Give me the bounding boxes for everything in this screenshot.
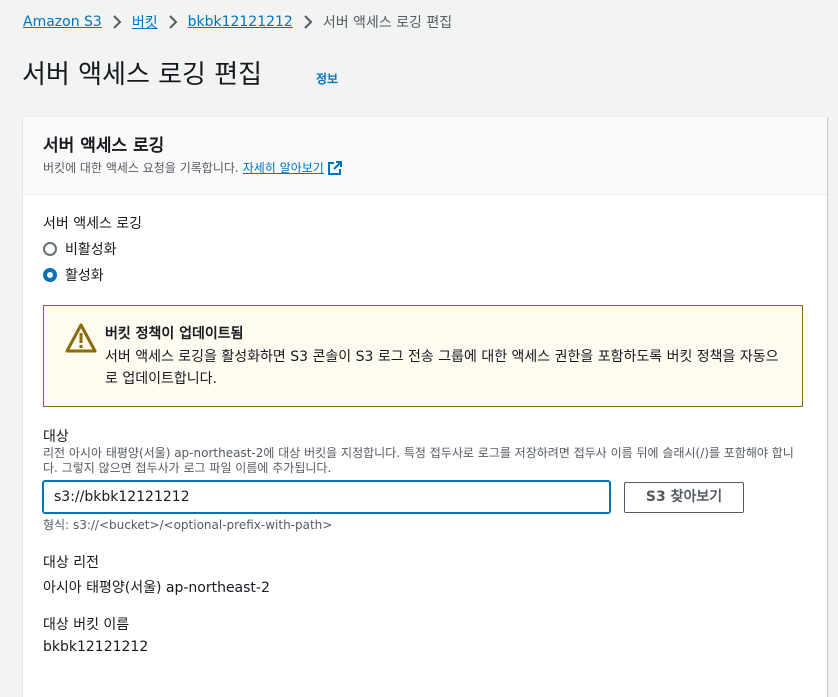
policy-update-alert: 버킷 정책이 업데이트됨 서버 액세스 로깅을 활성화하면 S3 콘솔이 S3 …	[43, 305, 803, 407]
breadcrumb-current: 서버 액세스 로깅 편집	[322, 15, 453, 31]
warning-icon	[65, 323, 97, 357]
target-bucket-label: 대상 버킷 이름	[43, 617, 130, 633]
panel-header: 서버 액세스 로깅 버킷에 대한 액세스 요청을 기록합니다. 자세히 알아보기	[23, 117, 827, 195]
target-label: 대상	[43, 429, 69, 445]
chevron-right-icon	[112, 15, 122, 29]
info-link[interactable]: 정보	[316, 70, 338, 87]
radio-enable[interactable]: 활성화	[43, 265, 104, 285]
external-link-icon[interactable]	[327, 160, 342, 175]
server-access-logging-panel: 서버 액세스 로깅 버킷에 대한 액세스 요청을 기록합니다. 자세히 알아보기…	[23, 116, 827, 697]
breadcrumb-bucket[interactable]: bkbk12121212	[188, 14, 293, 30]
panel-description-text: 버킷에 대한 액세스 요청을 기록합니다.	[43, 161, 239, 175]
radio-enable-label: 활성화	[65, 268, 104, 284]
page-title: 서버 액세스 로깅 편집	[22, 60, 263, 90]
target-input[interactable]: s3://bkbk12121212	[43, 481, 610, 513]
breadcrumb-buckets[interactable]: 버킷	[132, 12, 158, 32]
target-bucket-value: bkbk12121212	[43, 639, 149, 655]
panel-title: 서버 액세스 로깅	[43, 136, 165, 156]
radio-disable-circle[interactable]	[43, 242, 57, 256]
radio-disable-label: 비활성화	[65, 242, 117, 258]
chevron-right-icon	[168, 15, 178, 29]
chevron-right-icon	[303, 15, 313, 29]
radio-enable-circle[interactable]	[43, 268, 57, 282]
alert-body: 서버 액세스 로깅을 활성화하면 S3 콘솔이 S3 로그 전송 그룹에 대한 …	[105, 349, 779, 387]
browse-s3-button[interactable]: S3 찾아보기	[624, 482, 744, 513]
learn-more-link[interactable]: 자세히 알아보기	[243, 159, 324, 176]
alert-title: 버킷 정책이 업데이트됨	[105, 326, 244, 342]
breadcrumb-amazon-s3[interactable]: Amazon S3	[23, 14, 102, 30]
format-hint: 형식: s3://<bucket>/<optional-prefix-with-…	[43, 518, 333, 532]
radio-disable[interactable]: 비활성화	[43, 239, 117, 259]
target-description: 리전 아시아 태평양(서울) ap-northeast-2에 대상 버킷을 지정…	[43, 446, 794, 475]
panel-description: 버킷에 대한 액세스 요청을 기록합니다. 자세히 알아보기	[43, 159, 342, 176]
logging-label: 서버 액세스 로깅	[43, 216, 143, 232]
target-region-value: 아시아 태평양(서울) ap-northeast-2	[43, 580, 270, 596]
target-region-label: 대상 리전	[43, 555, 99, 571]
breadcrumb: Amazon S3 버킷 bkbk12121212 서버 액세스 로깅 편집	[23, 12, 452, 32]
